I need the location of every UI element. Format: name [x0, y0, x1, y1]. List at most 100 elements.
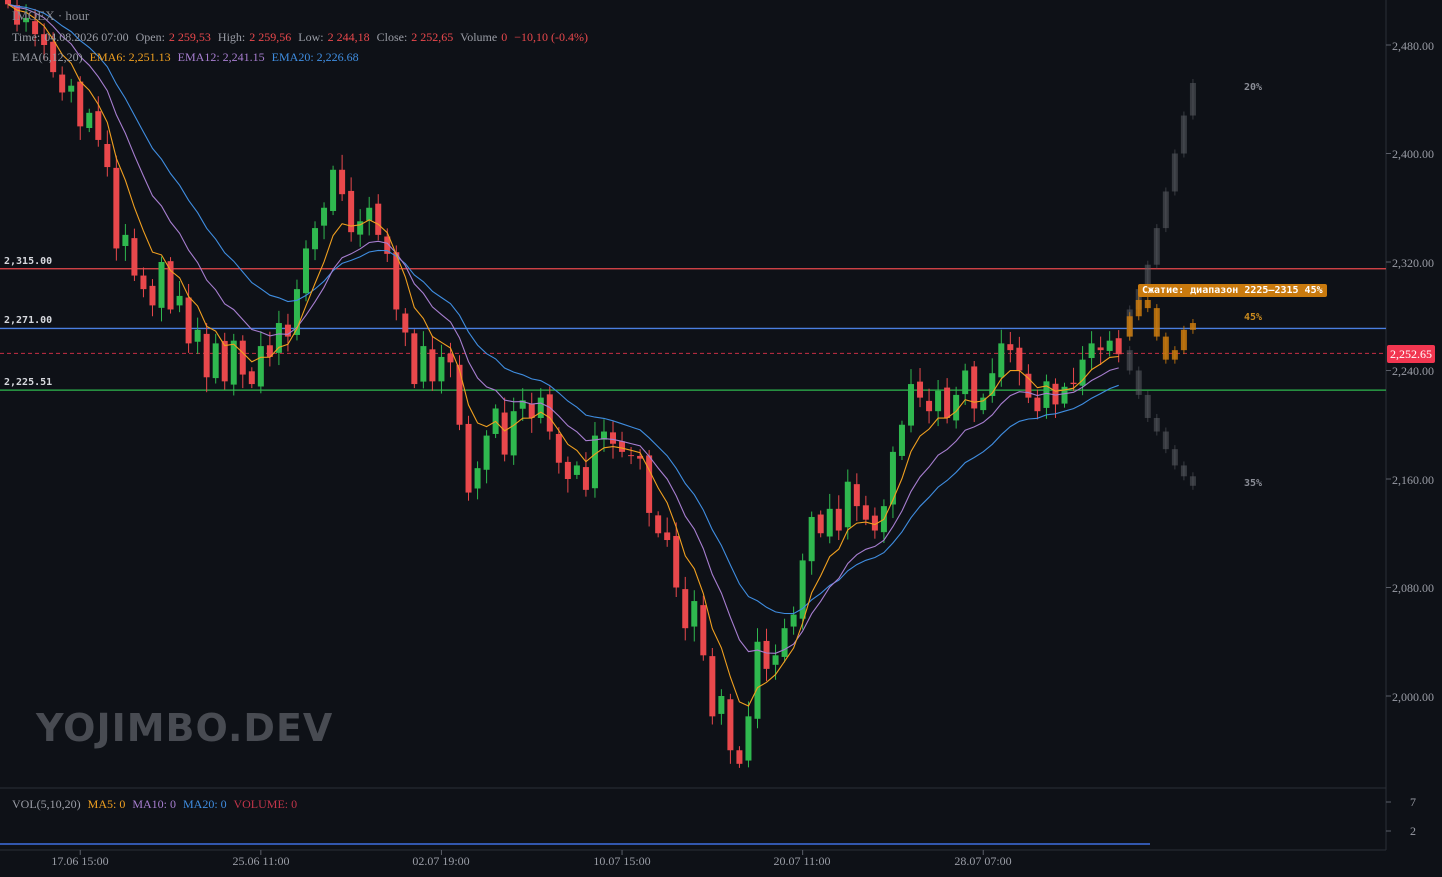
forecast-mid-candle-body: [1171, 350, 1178, 360]
compression-badge: Сжатие: диапазон 2225–2315 45%: [1138, 284, 1327, 297]
candle-body: [438, 356, 445, 382]
forecast-up-candle-body: [1180, 115, 1187, 154]
volume-label: Volume: [460, 30, 498, 44]
level-label-support: 2,225.51: [4, 377, 53, 388]
candle-body: [862, 505, 869, 520]
candle-body: [772, 655, 779, 665]
time-value: 04.08.2026 07:00: [44, 30, 129, 44]
x-tick-label: 25.06 11:00: [232, 854, 290, 868]
forecast-mid-pct: 45%: [1244, 312, 1263, 323]
candle-body: [257, 346, 264, 387]
candle-body: [889, 451, 896, 505]
ema12-legend: EMA12: 2,241.15: [177, 50, 265, 64]
candle-body: [86, 112, 93, 129]
candle-body: [781, 628, 788, 657]
candle-body: [212, 343, 219, 379]
candle-body: [239, 340, 246, 375]
candle-body: [1088, 343, 1095, 359]
candle-body: [935, 390, 942, 412]
candle-body: [790, 614, 797, 627]
low-value: 2 244,18: [327, 30, 370, 44]
forecast-down-pct: 35%: [1244, 478, 1263, 489]
candle-body: [248, 371, 255, 385]
candle-body: [1016, 347, 1023, 371]
candle-body: [5, 0, 11, 5]
open-label: Open:: [135, 30, 165, 44]
candle-body: [1007, 344, 1014, 351]
forecast-mid-candle-body: [1153, 308, 1160, 337]
candle-body: [113, 167, 120, 249]
candle-body: [528, 403, 535, 418]
candle-body: [917, 381, 924, 398]
candle-body: [1070, 382, 1077, 385]
candle-body: [998, 343, 1005, 378]
open-value: 2 259,53: [168, 30, 211, 44]
candle-body: [302, 248, 309, 294]
forecast-down-candle-body: [1162, 431, 1169, 450]
candle-body: [194, 329, 201, 342]
candle-body: [68, 85, 75, 92]
forecast-up-candle-body: [1171, 153, 1178, 192]
ohlc-readout: Time: 04.08.2026 07:00 Open: 2 259,53 High…: [12, 30, 592, 45]
y-tick-label: 2,080.00: [1392, 581, 1434, 595]
candle-body: [926, 400, 933, 412]
candle-body: [1025, 373, 1032, 398]
candle-body: [555, 433, 562, 463]
forecast-up-pct: 20%: [1244, 82, 1263, 93]
level-label-mid: 2,271.00: [4, 315, 53, 326]
ticker-label: IMOEX · hour: [12, 8, 90, 23]
candle-body: [402, 313, 409, 333]
candle-body: [763, 640, 770, 669]
candle-body: [736, 750, 743, 764]
candle-body: [1115, 338, 1122, 355]
candle-body: [962, 370, 969, 395]
candle-body: [483, 435, 490, 470]
x-tick-label: 28.07 07:00: [954, 854, 1012, 868]
candle-body: [898, 424, 905, 456]
candle-body: [131, 238, 138, 276]
candle-body: [375, 203, 382, 235]
candle-body: [844, 481, 851, 528]
candle-body: [104, 144, 111, 168]
vol-ma5-legend: MA5: 0: [87, 797, 126, 811]
candle-body: [682, 589, 689, 629]
candle-body: [230, 340, 237, 385]
candle-body: [537, 397, 544, 418]
close-value: 2 252,65: [411, 30, 454, 44]
low-label: Low:: [298, 30, 324, 44]
candle-body: [176, 295, 183, 306]
forecast-mid-candle-body: [1135, 299, 1142, 317]
candle-body: [754, 641, 761, 719]
x-tick-label: 20.07 11:00: [773, 854, 831, 868]
candle-body: [591, 435, 598, 489]
y-tick-label: 2,240.00: [1392, 364, 1434, 378]
candle-body: [77, 81, 84, 127]
candle-body: [573, 465, 580, 475]
ema6-legend: EMA6: 2,251.13: [89, 50, 171, 64]
forecast-down-candle-body: [1180, 465, 1187, 477]
high-label: High:: [217, 30, 246, 44]
candle-body: [655, 515, 662, 534]
x-tick-label: 17.06 15:00: [51, 854, 109, 868]
change-value: −10,10 (-0.4%): [514, 30, 588, 44]
y-tick-label: 2,400.00: [1392, 147, 1434, 161]
candle-body: [122, 234, 129, 246]
candle-body: [1097, 347, 1104, 351]
candle-body: [646, 455, 653, 513]
candle-body: [339, 169, 346, 195]
high-value: 2 259,56: [249, 30, 292, 44]
candle-body: [312, 228, 319, 250]
candle-body: [835, 508, 842, 531]
candle-body: [908, 384, 914, 426]
candle-body: [700, 605, 707, 656]
candle-body: [411, 333, 418, 385]
candle-body: [817, 514, 824, 534]
volume-legend: VOL(5,10,20) MA5: 0 MA10: 0 MA20: 0 VOLU…: [12, 797, 301, 812]
y-tick-label: 2,480.00: [1392, 39, 1434, 53]
y-tick-label: 2,320.00: [1392, 256, 1434, 270]
candle-body: [167, 261, 174, 310]
candle-body: [853, 484, 860, 507]
vol-tick-label: 2: [1410, 824, 1416, 838]
candle-body: [447, 353, 454, 363]
candle-body: [673, 535, 680, 588]
